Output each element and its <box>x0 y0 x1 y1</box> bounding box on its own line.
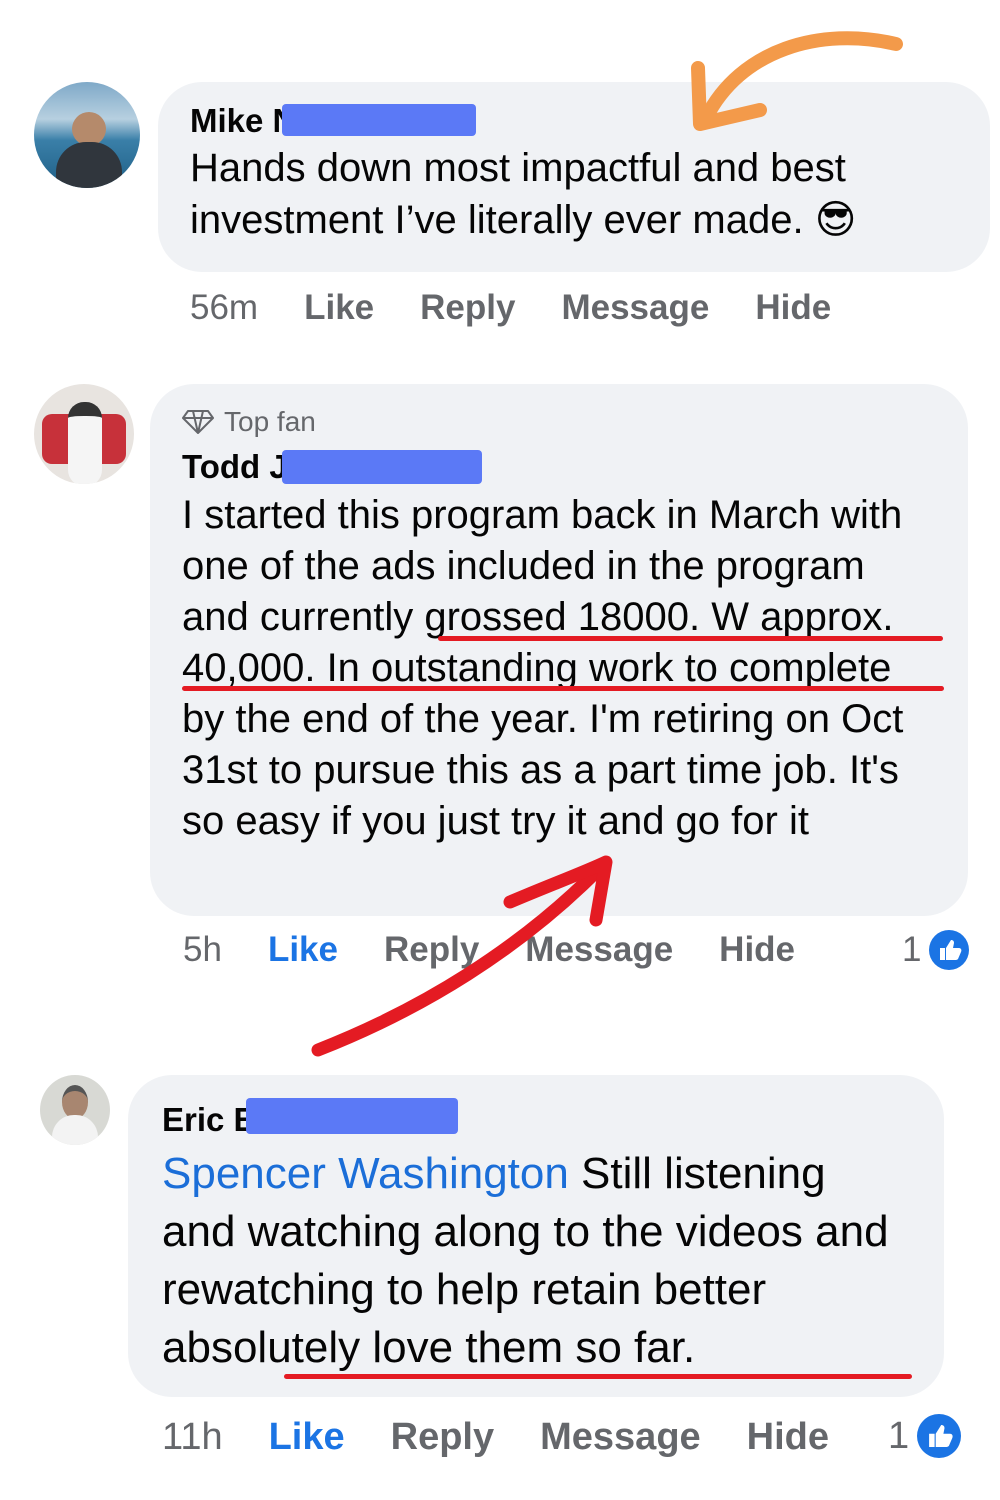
reply-button[interactable]: Reply <box>391 1416 494 1459</box>
hide-button[interactable]: Hide <box>747 1416 829 1459</box>
red-underline-2 <box>182 686 944 691</box>
avatar-shirt <box>56 142 122 188</box>
avatar-mike[interactable] <box>34 82 140 188</box>
reaction-count: 1 <box>888 1414 910 1457</box>
avatar-eric[interactable] <box>40 1075 110 1145</box>
mention-link[interactable]: Spencer Washington <box>162 1149 569 1198</box>
comment-text: Hands down most impactful and best inves… <box>190 142 958 246</box>
comment-body: Hands down most impactful and best inves… <box>190 146 846 242</box>
commenter-name-start: Eric B <box>162 1101 258 1138</box>
thumbs-up-icon <box>917 1414 962 1458</box>
sunglasses-emoji-icon: 😎 <box>814 198 857 242</box>
avatar-person <box>62 1085 88 1119</box>
diamond-icon <box>182 410 214 434</box>
comment-time: 56m <box>190 288 259 327</box>
avatar-todd[interactable] <box>34 384 134 484</box>
like-button[interactable]: Like <box>269 1416 345 1459</box>
name-redaction <box>282 450 482 484</box>
comment-actions-todd: 5h Like Reply Message Hide <box>183 930 841 970</box>
reply-button[interactable]: Reply <box>384 930 479 970</box>
reaction-summary-todd[interactable]: 1 <box>902 930 970 970</box>
message-button[interactable]: Message <box>540 1416 701 1459</box>
comment-body-highlight: absolutely love them so far. <box>162 1323 696 1372</box>
comment-time: 5h <box>183 930 222 969</box>
red-underline-3 <box>284 1374 912 1379</box>
top-fan-label: Top fan <box>224 406 316 437</box>
reaction-summary-eric[interactable]: 1 <box>888 1414 962 1458</box>
name-redaction <box>246 1098 458 1134</box>
comment-text: Spencer Washington Still listening and w… <box>162 1145 910 1377</box>
comment-text: I started this program back in March wit… <box>182 490 936 847</box>
thumbs-up-icon <box>929 930 970 970</box>
avatar-shirt <box>52 1115 98 1145</box>
message-button[interactable]: Message <box>561 288 709 328</box>
like-button[interactable]: Like <box>304 288 374 328</box>
like-button[interactable]: Like <box>268 930 338 970</box>
reply-button[interactable]: Reply <box>420 288 515 328</box>
comment-actions-eric: 11h Like Reply Message Hide <box>162 1416 875 1459</box>
message-button[interactable]: Message <box>525 930 673 970</box>
reaction-count: 1 <box>902 930 922 969</box>
red-underline-1 <box>438 636 943 641</box>
avatar-dog <box>68 402 102 484</box>
comment-bubble-todd: Top fan Todd J I started this program ba… <box>150 384 968 916</box>
hide-button[interactable]: Hide <box>719 930 795 970</box>
avatar-person <box>72 112 106 146</box>
hide-button[interactable]: Hide <box>755 288 831 328</box>
comment-time: 11h <box>162 1416 223 1458</box>
top-fan-badge: Top fan <box>182 406 936 438</box>
name-redaction <box>282 104 476 136</box>
comment-actions-mike: 56m Like Reply Message Hide <box>190 288 877 328</box>
